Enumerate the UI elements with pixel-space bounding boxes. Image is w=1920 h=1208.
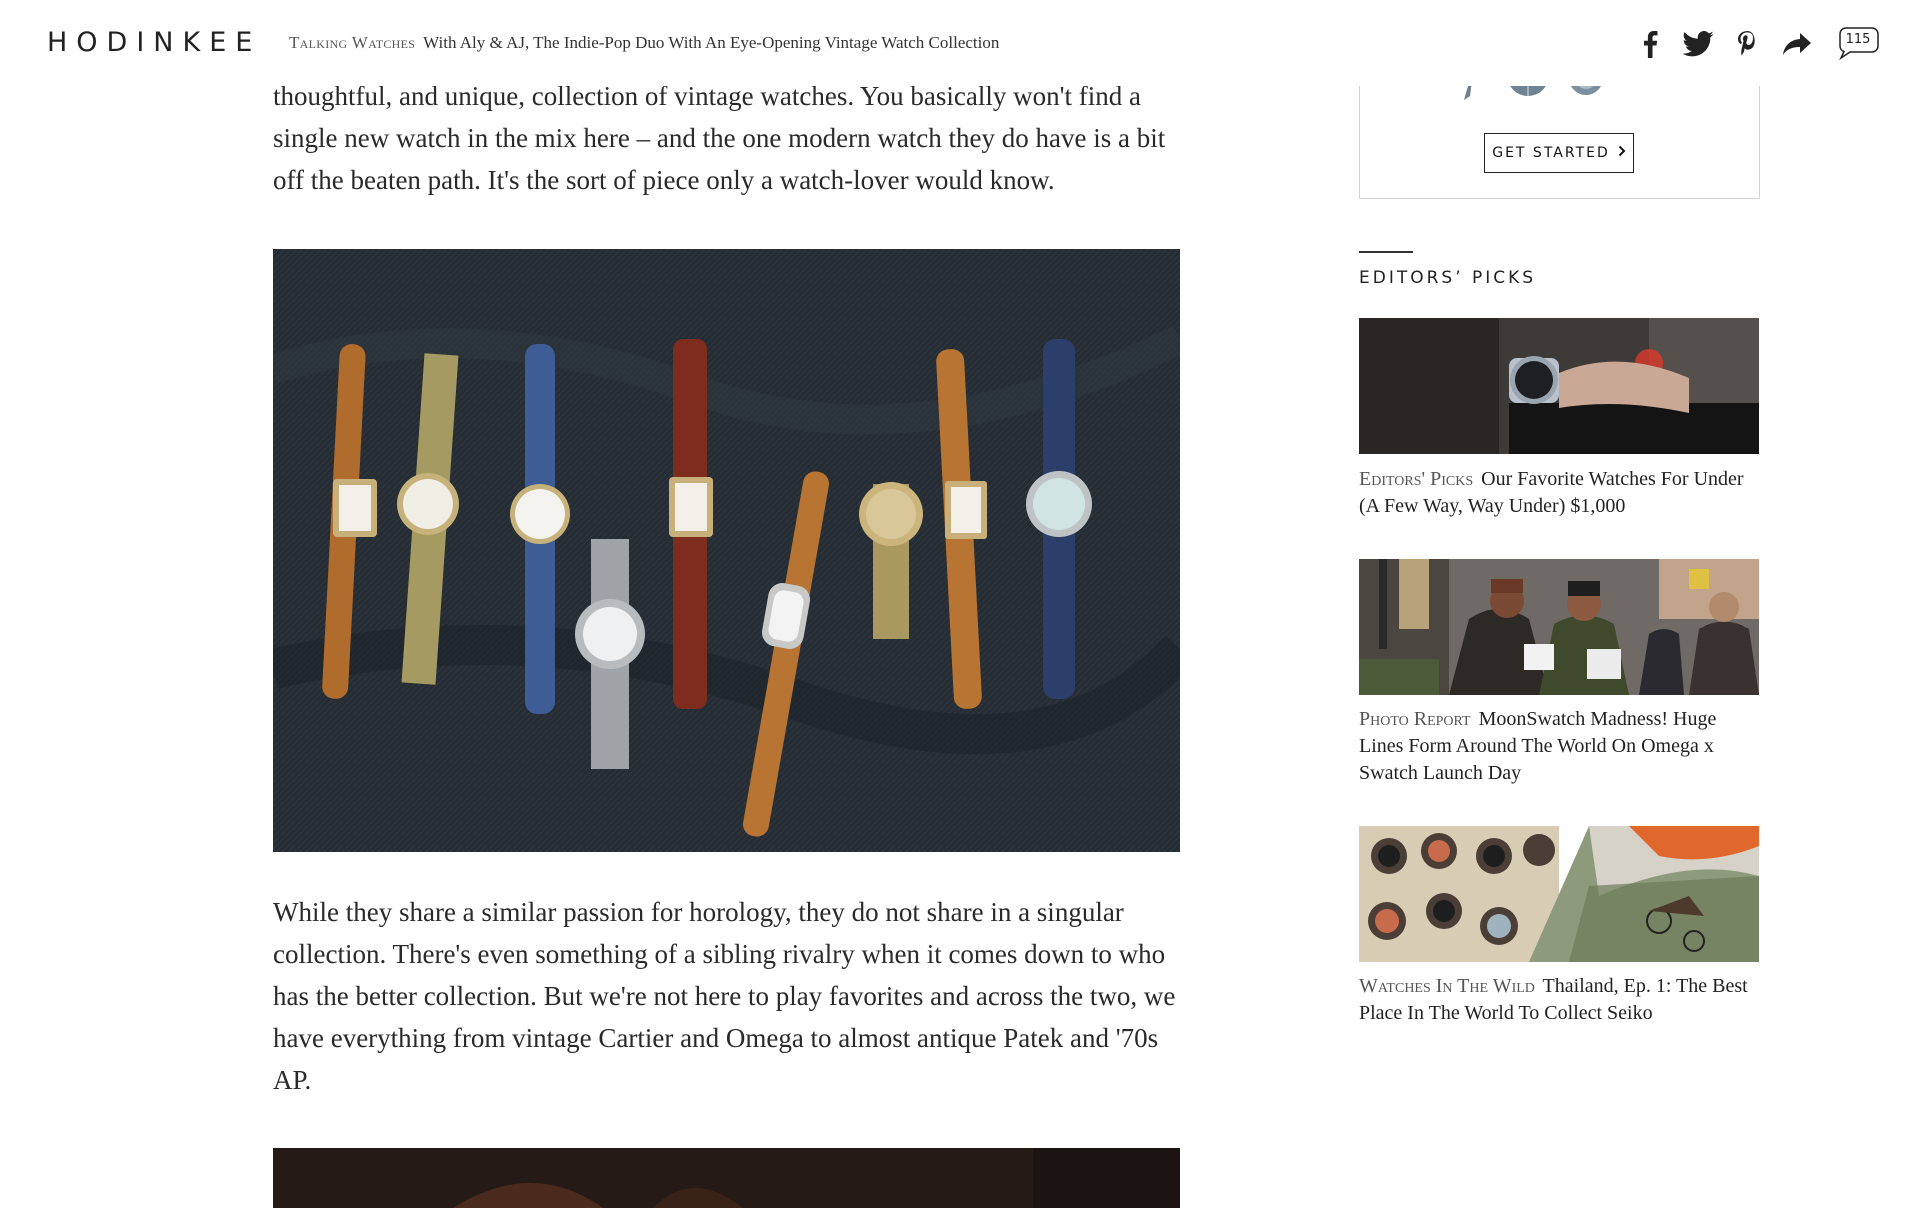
pick-thumbnail[interactable] [1359, 559, 1759, 695]
pick-thumbnail[interactable] [1359, 826, 1759, 962]
twitter-icon[interactable] [1682, 24, 1714, 64]
breadcrumb-title: With Aly & AJ, The Indie-Pop Duo With An… [423, 33, 1000, 52]
share-arrow-icon[interactable] [1782, 24, 1812, 64]
breadcrumb-category[interactable]: Talking Watches [289, 33, 415, 52]
watch-collection-photo [273, 249, 1180, 852]
pinterest-icon[interactable] [1737, 24, 1757, 64]
next-article-photo [273, 1148, 1180, 1208]
pick-category[interactable]: Editors' Picks [1359, 468, 1473, 490]
pick-caption[interactable]: Photo Report MoonSwatch Madness! Huge Li… [1359, 706, 1759, 787]
comment-count-button[interactable]: 115 [1836, 26, 1880, 61]
editors-picks-heading: EDITORS’ PICKS [1359, 268, 1537, 288]
article-paragraph: While they share a similar passion for h… [273, 897, 1176, 1095]
get-started-label: GET STARTED [1492, 145, 1610, 161]
pick-category[interactable]: Photo Report [1359, 708, 1471, 730]
section-divider [1359, 251, 1413, 253]
pick-caption[interactable]: Editors' Picks Our Favorite Watches For … [1359, 466, 1759, 520]
article-paragraph: thoughtful, and unique, collection of vi… [273, 81, 1166, 195]
pick-thumbnail[interactable] [1359, 318, 1759, 454]
pick-category[interactable]: Watches In The Wild [1359, 975, 1535, 997]
pick-caption[interactable]: Watches In The Wild Thailand, Ep. 1: The… [1359, 973, 1759, 1027]
site-logo[interactable]: HODINKEE [47, 27, 261, 58]
get-started-button[interactable]: GET STARTED [1484, 133, 1634, 173]
facebook-icon[interactable] [1642, 24, 1658, 64]
chevron-right-icon [1618, 145, 1626, 161]
comment-count: 115 [1845, 32, 1871, 47]
top-bar: HODINKEE Talking Watches With Aly & AJ, … [0, 0, 1920, 86]
breadcrumb: Talking Watches With Aly & AJ, The Indie… [289, 33, 999, 53]
